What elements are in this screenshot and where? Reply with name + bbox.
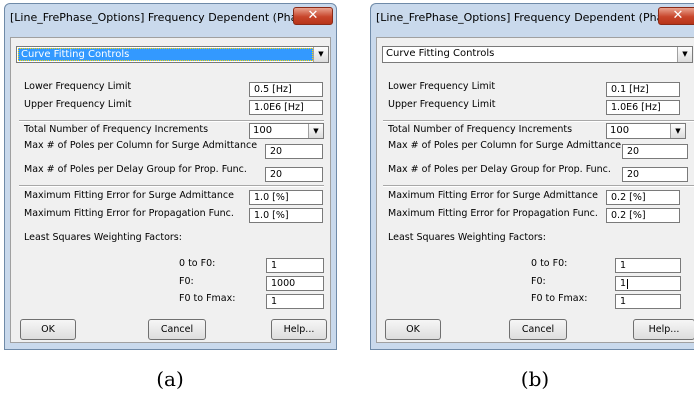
divider: [383, 120, 694, 122]
ok-button[interactable]: OK: [385, 319, 441, 340]
weight-0-to-f0-input[interactable]: 1: [615, 258, 681, 273]
section-select[interactable]: Curve Fitting Controls ▼: [16, 46, 329, 63]
upper-frequency-label: Upper Frequency Limit: [24, 99, 132, 110]
divider: [19, 120, 324, 122]
weight-f0-to-fmax-label: F0 to Fmax:: [531, 293, 588, 304]
text-cursor: [627, 278, 629, 289]
chevron-down-icon[interactable]: ▼: [308, 124, 323, 138]
fitting-error-propagation-input[interactable]: 1.0 [%]: [249, 208, 323, 223]
fitting-error-surge-label: Maximum Fitting Error for Surge Admittan…: [24, 190, 234, 201]
weight-0-to-f0-label: 0 to F0:: [179, 258, 216, 269]
fitting-error-surge-input[interactable]: 0.2 [%]: [606, 190, 680, 205]
weight-f0-input[interactable]: 1: [615, 276, 681, 291]
help-button[interactable]: Help...: [633, 319, 694, 340]
poles-per-delay-input[interactable]: 20: [265, 167, 323, 182]
ok-button[interactable]: OK: [20, 319, 76, 340]
frequency-increments-value: 100: [608, 125, 670, 137]
frequency-increments-value: 100: [251, 125, 308, 137]
fitting-error-propagation-input[interactable]: 0.2 [%]: [606, 208, 680, 223]
least-squares-label: Least Squares Weighting Factors:: [388, 232, 546, 243]
poles-per-delay-label: Max # of Poles per Delay Group for Prop.…: [24, 164, 247, 175]
dialog-b: [Line_FrePhase_Options] Frequency Depend…: [370, 3, 694, 350]
poles-per-column-input[interactable]: 20: [265, 144, 323, 159]
weight-f0-to-fmax-label: F0 to Fmax:: [179, 293, 236, 304]
weight-0-to-f0-input[interactable]: 1: [266, 258, 324, 273]
fitting-error-propagation-label: Maximum Fitting Error for Propagation Fu…: [388, 208, 598, 219]
chevron-down-icon[interactable]: ▼: [677, 47, 692, 62]
close-icon[interactable]: ✕: [658, 7, 694, 25]
dialog-body: Curve Fitting Controls ▼ Lower Frequency…: [376, 37, 694, 343]
caption-a: (a): [156, 367, 184, 391]
cancel-button[interactable]: Cancel: [509, 319, 567, 340]
weight-f0-label: F0:: [179, 276, 194, 287]
fitting-error-surge-input[interactable]: 1.0 [%]: [249, 190, 323, 205]
least-squares-label: Least Squares Weighting Factors:: [24, 232, 182, 243]
weight-0-to-f0-label: 0 to F0:: [531, 258, 568, 269]
help-button[interactable]: Help...: [271, 319, 327, 340]
cancel-button[interactable]: Cancel: [148, 319, 206, 340]
lower-frequency-label: Lower Frequency Limit: [388, 81, 496, 92]
weight-f0-label: F0:: [531, 276, 546, 287]
frequency-increments-label: Total Number of Frequency Increments: [24, 124, 209, 135]
dialog-body: Curve Fitting Controls ▼ Lower Frequency…: [10, 37, 331, 343]
lower-frequency-input[interactable]: 0.1 [Hz]: [606, 82, 680, 97]
poles-per-column-label: Max # of Poles per Column for Surge Admi…: [24, 140, 258, 151]
weight-f0-to-fmax-input[interactable]: 1: [615, 294, 681, 309]
divider: [19, 185, 324, 187]
dialog-title: [Line_FrePhase_Options] Frequency Depend…: [376, 11, 694, 24]
chevron-down-icon[interactable]: ▼: [670, 124, 685, 138]
section-select[interactable]: Curve Fitting Controls ▼: [382, 46, 693, 63]
weight-f0-value: 1: [620, 278, 627, 289]
lower-frequency-input[interactable]: 0.5 [Hz]: [249, 82, 323, 97]
frequency-increments-select[interactable]: 100 ▼: [606, 123, 686, 139]
poles-per-column-input[interactable]: 20: [622, 144, 688, 159]
weight-f0-to-fmax-input[interactable]: 1: [266, 294, 324, 309]
section-select-value: Curve Fitting Controls: [18, 48, 313, 61]
divider: [383, 185, 694, 187]
dialog-title: [Line_FrePhase_Options] Frequency Depend…: [10, 11, 329, 24]
chevron-down-icon[interactable]: ▼: [313, 47, 328, 62]
frequency-increments-label: Total Number of Frequency Increments: [388, 124, 573, 135]
fitting-error-surge-label: Maximum Fitting Error for Surge Admittan…: [388, 190, 598, 201]
poles-per-delay-label: Max # of Poles per Delay Group for Prop.…: [388, 164, 611, 175]
upper-frequency-input[interactable]: 1.0E6 [Hz]: [249, 100, 323, 115]
upper-frequency-input[interactable]: 1.0E6 [Hz]: [606, 100, 680, 115]
dialog-a: [Line_FrePhase_Options] Frequency Depend…: [4, 3, 337, 350]
close-icon[interactable]: ✕: [293, 7, 333, 25]
upper-frequency-label: Upper Frequency Limit: [388, 99, 496, 110]
poles-per-delay-input[interactable]: 20: [622, 167, 688, 182]
fitting-error-propagation-label: Maximum Fitting Error for Propagation Fu…: [24, 208, 234, 219]
poles-per-column-label: Max # of Poles per Column for Surge Admi…: [388, 140, 622, 151]
lower-frequency-label: Lower Frequency Limit: [24, 81, 132, 92]
caption-b: (b): [520, 367, 550, 391]
section-select-value: Curve Fitting Controls: [384, 48, 677, 61]
weight-f0-input[interactable]: 1000: [266, 276, 324, 291]
frequency-increments-select[interactable]: 100 ▼: [249, 123, 324, 139]
